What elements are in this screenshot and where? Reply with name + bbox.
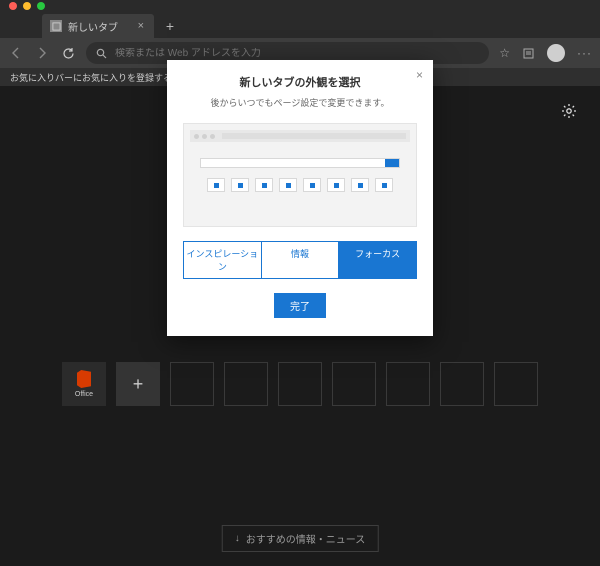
modal-overlay: × 新しいタブの外観を選択 後からいつでもページ設定で変更できます。 <box>0 86 600 566</box>
modal-close-icon[interactable]: × <box>416 68 423 82</box>
traffic-lights <box>9 2 45 10</box>
tab-title: 新しいタブ <box>68 19 118 34</box>
profile-avatar[interactable] <box>547 44 565 62</box>
tab-strip: 新しいタブ × + <box>0 12 600 38</box>
browser-tab[interactable]: 新しいタブ × <box>42 14 154 38</box>
window-titlebar <box>0 0 600 12</box>
new-tab-button[interactable]: + <box>158 14 182 38</box>
more-menu-icon[interactable]: ··· <box>577 46 592 60</box>
forward-button[interactable] <box>34 45 50 61</box>
back-button[interactable] <box>8 45 24 61</box>
maximize-window-icon[interactable] <box>37 2 45 10</box>
preview-chrome <box>190 130 410 142</box>
modal-title: 新しいタブの外観を選択 <box>183 74 417 90</box>
new-tab-page: Office + ↓ おすすめの情報・ニュース × 新しいタブの外観を選択 後か… <box>0 86 600 566</box>
preview-tiles <box>200 178 400 192</box>
layout-options: インスピレーション 情報 フォーカス <box>183 241 417 279</box>
minimize-window-icon[interactable] <box>23 2 31 10</box>
option-focus[interactable]: フォーカス <box>339 242 416 278</box>
done-button[interactable]: 完了 <box>274 293 326 318</box>
layout-preview <box>183 123 417 227</box>
close-tab-icon[interactable]: × <box>136 20 146 32</box>
reading-list-icon[interactable] <box>522 47 535 60</box>
option-inspiration[interactable]: インスピレーション <box>184 242 262 278</box>
favorite-icon[interactable]: ☆ <box>499 46 510 60</box>
close-window-icon[interactable] <box>9 2 17 10</box>
page-icon <box>50 20 62 32</box>
layout-chooser-modal: × 新しいタブの外観を選択 後からいつでもページ設定で変更できます。 <box>167 60 433 336</box>
preview-search <box>200 158 400 168</box>
refresh-button[interactable] <box>60 45 76 61</box>
search-icon <box>96 48 107 59</box>
modal-subtitle: 後からいつでもページ設定で変更できます。 <box>183 96 417 109</box>
option-info[interactable]: 情報 <box>262 242 340 278</box>
address-input[interactable] <box>115 48 479 59</box>
